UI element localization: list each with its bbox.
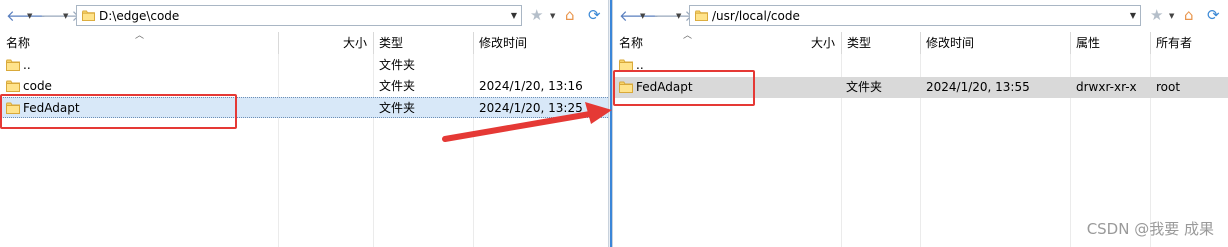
- left-toolbar: 🡐 ▼ 🡒 ▼ D:\edge\code ▼ ★ ▼ ⌂ ⟳: [0, 0, 608, 32]
- file-modified: 2024/1/20, 13:16: [479, 79, 583, 93]
- header-modified[interactable]: 修改时间: [920, 32, 1070, 53]
- chevron-down-icon[interactable]: ▼: [676, 12, 681, 20]
- folder-icon: [695, 10, 708, 21]
- home-icon[interactable]: ⌂: [565, 7, 575, 23]
- right-toolbar: 🡐 ▼ 🡒 ▼ /usr/local/code ▼ ★ ▼ ⌂ ⟳: [613, 0, 1228, 32]
- refresh-icon[interactable]: ⟳: [588, 7, 601, 23]
- file-owner: root: [1156, 80, 1181, 94]
- file-type: 文件夹: [379, 79, 416, 93]
- left-address-bar[interactable]: D:\edge\code ▼: [76, 5, 522, 26]
- chevron-down-icon[interactable]: ▼: [1169, 12, 1174, 20]
- folder-icon: [6, 59, 20, 71]
- header-modified[interactable]: 修改时间: [473, 32, 608, 53]
- home-icon[interactable]: ⌂: [1184, 7, 1194, 23]
- file-modified: 2024/1/20, 13:55: [926, 80, 1030, 94]
- highlight-box: [613, 70, 755, 106]
- header-owner[interactable]: 所有者: [1150, 32, 1228, 53]
- chevron-down-icon[interactable]: ▼: [1130, 11, 1136, 20]
- highlight-box: [0, 94, 237, 129]
- star-icon[interactable]: ★: [1150, 7, 1163, 23]
- star-icon[interactable]: ★: [530, 7, 543, 23]
- file-name: ..: [23, 58, 31, 72]
- left-address-path: D:\edge\code: [99, 9, 180, 23]
- folder-icon: [82, 10, 95, 21]
- refresh-icon[interactable]: ⟳: [1207, 7, 1220, 23]
- right-address-bar[interactable]: /usr/local/code ▼: [689, 5, 1141, 26]
- file-type: 文件夹: [379, 58, 416, 72]
- watermark: CSDN @我要 成果: [1086, 220, 1214, 238]
- left-column-headers: 名称 大小 类型 修改时间: [0, 32, 608, 53]
- header-size[interactable]: 大小: [763, 32, 841, 53]
- header-type[interactable]: 类型: [373, 32, 473, 53]
- file-attributes: drwxr-xr-x: [1076, 80, 1137, 94]
- forward-arrow-icon[interactable]: 🡒: [40, 8, 80, 24]
- remote-file-pane: 🡐 ▼ 🡒 ▼ /usr/local/code ▼ ★ ▼ ⌂ ⟳ ︿ 名称 大…: [613, 0, 1228, 247]
- header-type[interactable]: 类型: [841, 32, 920, 53]
- header-attributes[interactable]: 属性: [1070, 32, 1150, 53]
- folder-icon: [6, 80, 20, 92]
- chevron-down-icon[interactable]: ▼: [27, 12, 32, 20]
- list-item[interactable]: .. 文件夹: [0, 55, 608, 76]
- header-name[interactable]: 名称: [0, 32, 278, 53]
- chevron-down-icon[interactable]: ▼: [63, 12, 68, 20]
- header-size[interactable]: 大小: [278, 32, 373, 53]
- file-modified: 2024/1/20, 13:25: [479, 101, 583, 115]
- chevron-down-icon[interactable]: ▼: [640, 12, 645, 20]
- file-type: 文件夹: [379, 101, 416, 115]
- local-file-pane: 🡐 ▼ 🡒 ▼ D:\edge\code ▼ ★ ▼ ⌂ ⟳ ︿ 名称 大小 类…: [0, 0, 608, 247]
- right-address-path: /usr/local/code: [712, 9, 800, 23]
- file-type: 文件夹: [846, 80, 883, 94]
- chevron-down-icon[interactable]: ▼: [511, 11, 517, 20]
- forward-arrow-icon[interactable]: 🡒: [653, 8, 693, 24]
- chevron-down-icon[interactable]: ▼: [550, 12, 555, 20]
